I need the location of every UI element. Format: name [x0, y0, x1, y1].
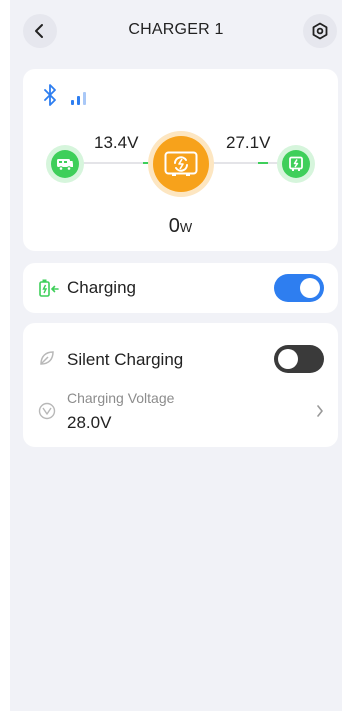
power-value: 0 — [168, 215, 180, 237]
source-node — [46, 145, 84, 183]
power-unit: W — [179, 220, 193, 235]
charging-voltage-row[interactable]: Charging Voltage 28.0V — [23, 385, 338, 447]
silent-charging-label: Silent Charging — [67, 350, 184, 369]
input-voltage: 13.4V — [94, 133, 139, 152]
settings-card: Silent Charging Charging Voltage 28.0V — [23, 323, 338, 447]
gauge-icon — [38, 402, 56, 420]
output-flow-dash — [258, 162, 268, 164]
charger-node — [148, 131, 214, 197]
status-card: 13.4V 27.1V 0W — [23, 69, 338, 251]
toggle-knob — [278, 349, 298, 369]
charging-voltage-label: Charging Voltage — [67, 390, 175, 406]
charger-device-icon — [153, 136, 209, 192]
signal-bars-icon — [71, 92, 86, 105]
leaf-icon — [40, 351, 54, 365]
charging-card: Charging — [23, 263, 338, 313]
page-title: CHARGER 1 — [128, 21, 224, 38]
charging-voltage-value: 28.0V — [67, 413, 112, 432]
toggle-knob — [300, 278, 320, 298]
vehicle-icon — [51, 150, 79, 178]
battery-node — [277, 145, 315, 183]
battery-device-icon — [282, 150, 310, 178]
charging-toggle[interactable] — [274, 274, 324, 302]
bluetooth-icon — [44, 84, 56, 106]
chevron-right-icon — [317, 405, 323, 417]
output-voltage: 27.1V — [226, 133, 271, 152]
hexagon-settings-icon — [312, 22, 328, 40]
header: CHARGER 1 — [10, 0, 342, 62]
charging-label: Charging — [67, 278, 136, 297]
battery-charging-icon — [39, 279, 59, 297]
app-screen: CHARGER 1 13.4V 27.1V 0W Charging Silent… — [10, 0, 342, 711]
silent-charging-toggle[interactable] — [274, 345, 324, 373]
settings-button[interactable] — [303, 14, 337, 48]
power-readout: 0W — [23, 215, 338, 238]
